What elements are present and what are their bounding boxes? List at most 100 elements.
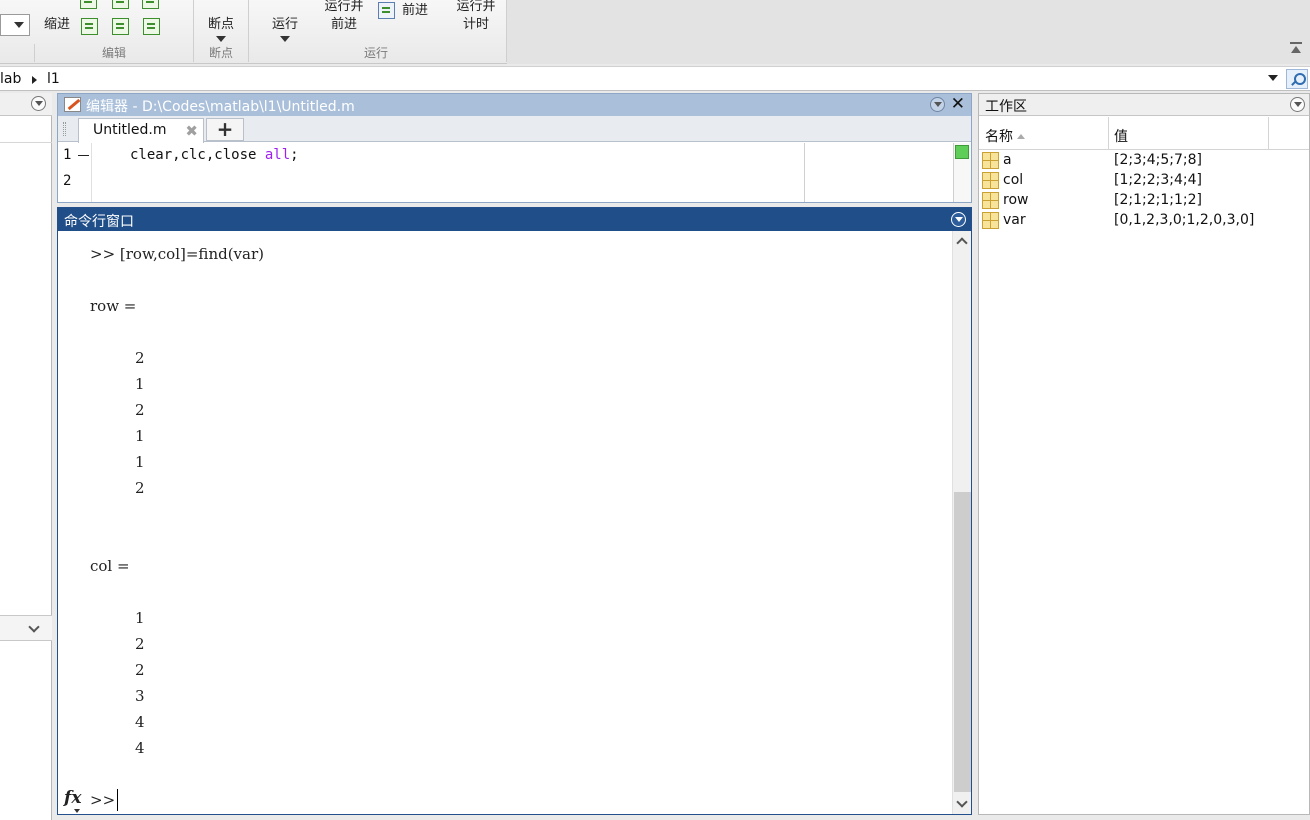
workspace-variable-row[interactable]: col [1;2;2;3;4;4] [979, 171, 1309, 191]
scroll-up-icon[interactable] [956, 237, 968, 249]
editor-actions-icon[interactable] [930, 97, 945, 112]
workspace-variable-row[interactable]: a [2;3;4;5;7;8] [979, 151, 1309, 171]
column-header-value[interactable]: 值 [1114, 126, 1128, 146]
output-value: 1 [135, 375, 145, 393]
variable-value: [1;2;2;3;4;4] [1114, 172, 1202, 188]
command-window-scrollbar[interactable] [952, 231, 971, 814]
output-value: 4 [135, 739, 145, 757]
output-header: col = [90, 557, 130, 575]
matrix-variable-icon [982, 212, 999, 229]
output-value: 1 [135, 427, 145, 445]
breakpoint-section: 断点 断点 [194, 0, 248, 64]
sort-ascending-icon [1017, 134, 1025, 139]
line-number-gutter: 1 2 [58, 143, 92, 202]
scroll-down-icon[interactable] [956, 796, 968, 808]
indent-smart-icon[interactable] [80, 0, 97, 9]
run-section: 运行 运行并 前进 前进 运行并 计时 运行 [249, 0, 506, 64]
output-value: 2 [135, 349, 145, 367]
breakpoint-marker[interactable] [78, 155, 89, 156]
current-folder-bar[interactable]: lab l1 [0, 66, 1310, 91]
function-browser-icon[interactable]: fx [64, 788, 81, 808]
chevron-down-icon[interactable] [74, 809, 80, 813]
command-window-title-bar: 命令行窗口 [58, 208, 971, 231]
close-tab-icon[interactable]: ✖ [185, 122, 198, 140]
breadcrumb-item[interactable]: lab [0, 71, 21, 87]
output-value: 4 [135, 713, 145, 731]
workspace-actions-icon[interactable] [1290, 97, 1305, 112]
details-panel-header[interactable] [0, 615, 52, 641]
tab-label: Untitled.m [93, 122, 167, 138]
current-folder-panel [0, 93, 52, 820]
run-and-advance-button[interactable]: 运行并 前进 [319, 0, 369, 34]
workspace-variable-row[interactable]: row [2;1;2;1;1;2] [979, 191, 1309, 211]
chevron-down-icon [216, 36, 226, 42]
matrix-variable-icon [982, 192, 999, 209]
chevron-down-icon [280, 36, 290, 42]
code-analyzer-status-icon[interactable] [955, 145, 969, 159]
editor-window: 编辑器 - D:\Codes\matlab\l1\Untitled.m ✕ Un… [57, 93, 972, 203]
run-and-time-button[interactable]: 运行并 计时 [451, 0, 501, 34]
drag-grip-icon[interactable] [63, 122, 66, 136]
column-header-name[interactable]: 名称 [985, 126, 1025, 146]
variable-name: a [1003, 152, 1012, 168]
workspace-variable-row[interactable]: var [0,1,2,3,0;1,2,0,3,0] [979, 211, 1309, 231]
breakpoint-group-label: 断点 [208, 46, 233, 60]
code-tail: ; [290, 147, 299, 163]
variable-name: row [1003, 192, 1029, 208]
output-value: 3 [135, 687, 145, 705]
editor-status-bar [953, 143, 971, 202]
line-number: 2 [63, 173, 72, 189]
editor-title: 编辑器 - D:\Codes\matlab\l1\Untitled.m [86, 99, 355, 115]
command-history-line: >> [row,col]=find(var) [90, 245, 264, 263]
matrix-variable-icon [982, 152, 999, 169]
workspace-title: 工作区 [985, 99, 1027, 115]
indent-label: 缩进 [44, 17, 71, 32]
output-header: row = [90, 297, 137, 315]
line-number: 1 [63, 147, 72, 163]
variable-value: [2;3;4;5;7;8] [1114, 152, 1202, 168]
output-value: 1 [135, 453, 145, 471]
code-text: clear,clc,close [130, 147, 265, 163]
output-value: 1 [135, 609, 145, 627]
code-area[interactable]: 1 2 clear,clc,close all; [58, 143, 971, 202]
comment-icon[interactable] [112, 0, 129, 9]
new-tab-button[interactable]: + [206, 118, 244, 141]
toolstrip: 缩进 编辑 断点 断点 运行 运行并 前进 前进 运行并 计时 运行 [0, 0, 1310, 64]
current-folder-panel-header [0, 93, 52, 116]
path-history-dropdown-icon[interactable] [1268, 75, 1278, 81]
advance-icon [378, 2, 395, 19]
run-group-label: 运行 [363, 46, 388, 60]
output-value: 2 [135, 479, 145, 497]
edit-group-label: 编辑 [101, 46, 126, 60]
variable-name: col [1003, 172, 1024, 188]
breadcrumb-separator-icon[interactable] [32, 76, 37, 84]
decrease-indent-button[interactable] [143, 18, 160, 35]
chevron-down-icon[interactable] [28, 621, 40, 633]
breakpoints-button-label: 断点 [207, 17, 234, 32]
variable-value: [2;1;2;1;1;2] [1114, 192, 1202, 208]
workspace-title-bar: 工作区 [979, 94, 1309, 116]
advance-button[interactable]: 前进 [402, 2, 428, 20]
wrap-comment-icon[interactable] [142, 0, 159, 9]
toolstrip-empty-area [507, 0, 1310, 64]
output-value: 2 [135, 661, 145, 679]
breadcrumb-item[interactable]: l1 [47, 71, 60, 87]
collapse-toolstrip-icon[interactable] [1290, 42, 1302, 54]
increase-indent-button[interactable] [112, 18, 129, 35]
command-window-actions-icon[interactable] [951, 212, 966, 227]
panel-actions-icon[interactable] [31, 96, 46, 111]
tab-untitled-m[interactable]: Untitled.m ✖ [78, 118, 204, 143]
code-line[interactable]: clear,clc,close all; [130, 147, 299, 163]
scrollbar-thumb[interactable] [954, 492, 971, 792]
pencil-icon [64, 97, 81, 112]
workspace-column-headers: 名称 值 [979, 117, 1309, 150]
font-size-dropdown[interactable] [0, 14, 30, 36]
editor-title-bar: 编辑器 - D:\Codes\matlab\l1\Untitled.m ✕ [58, 94, 971, 116]
command-output[interactable]: >> [row,col]=find(var) row = 2 1 2 1 1 2… [58, 231, 951, 814]
indent-smart-button[interactable] [81, 18, 98, 35]
search-icon[interactable] [1286, 69, 1308, 89]
close-icon[interactable]: ✕ [951, 95, 965, 113]
code-keyword: all [264, 147, 291, 163]
command-window: 命令行窗口 >> [row,col]=find(var) row = 2 1 2… [57, 207, 972, 815]
variable-value: [0,1,2,3,0;1,2,0,3,0] [1114, 212, 1255, 228]
